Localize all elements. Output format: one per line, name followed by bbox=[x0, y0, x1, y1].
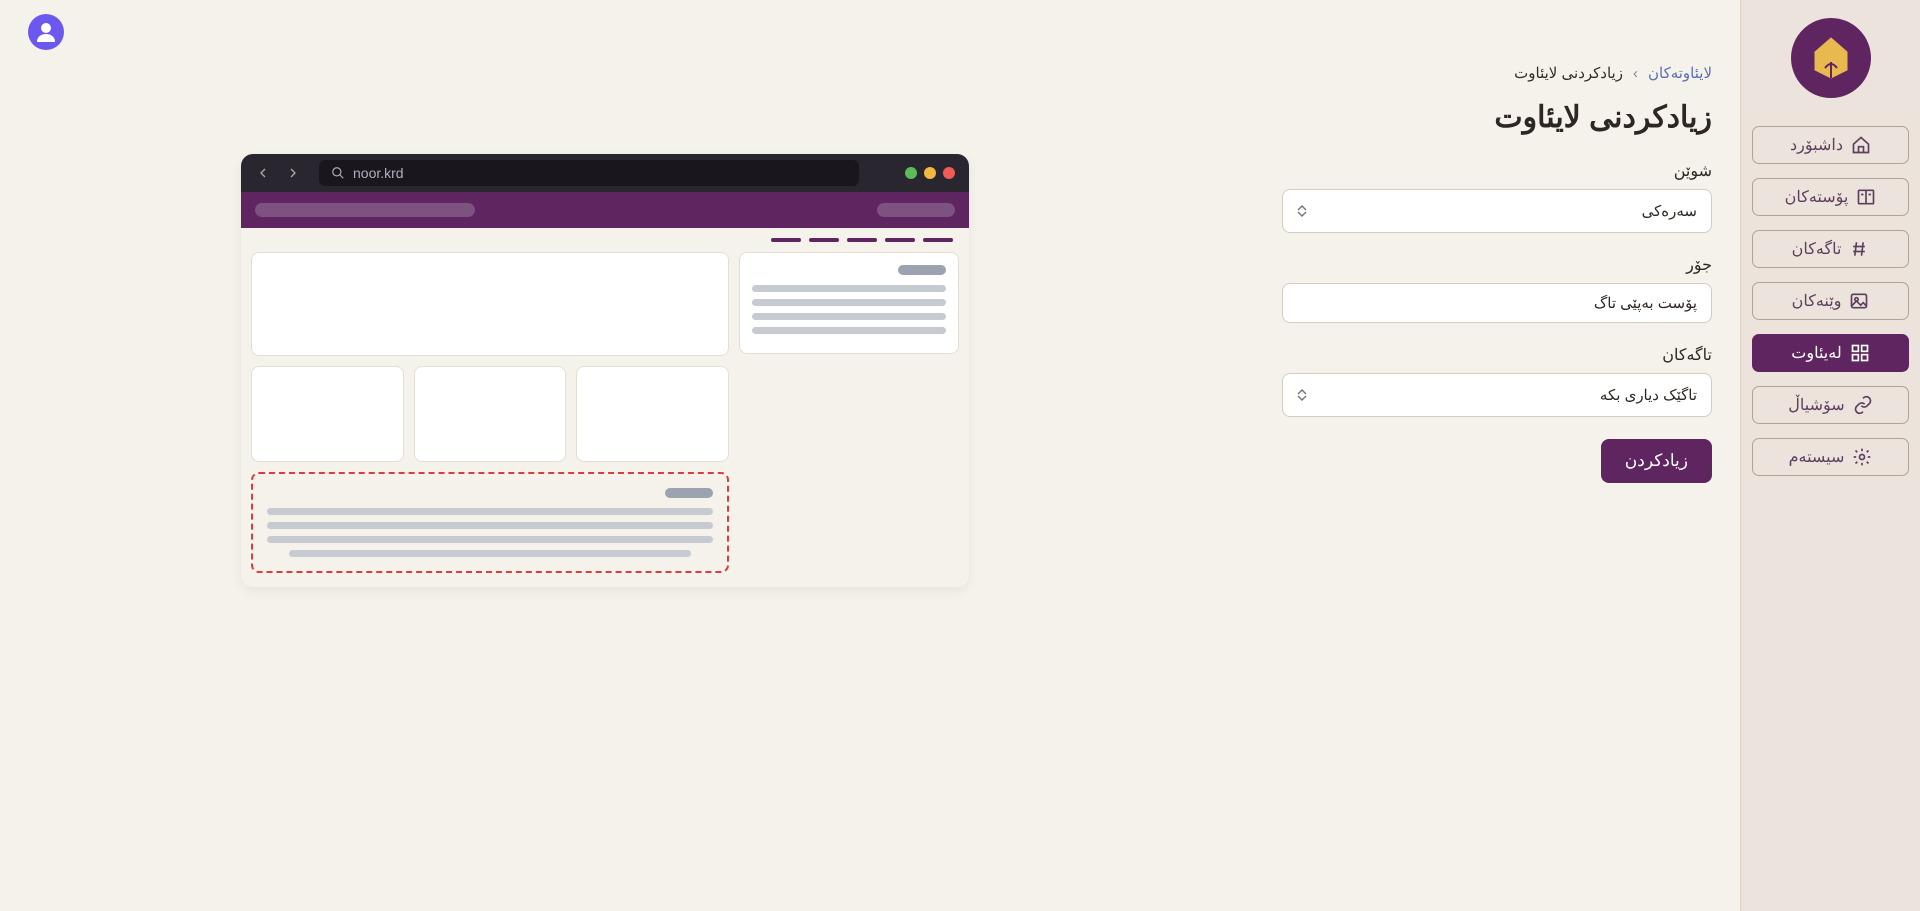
skeleton bbox=[289, 550, 690, 557]
select-value: پۆست بەپێی تاگ bbox=[1594, 294, 1697, 312]
logo bbox=[1791, 18, 1871, 98]
user-icon bbox=[34, 20, 58, 44]
skeleton bbox=[885, 238, 915, 242]
select-value: سەرەکی bbox=[1642, 202, 1697, 220]
nav-label: پۆستەکان bbox=[1785, 187, 1849, 207]
skeleton bbox=[267, 536, 713, 543]
submit-button[interactable]: زیادکردن bbox=[1601, 439, 1712, 483]
type-select[interactable]: پۆست بەپێی تاگ bbox=[1282, 283, 1712, 323]
layout-icon bbox=[1850, 343, 1870, 363]
skeleton bbox=[771, 238, 801, 242]
nav-images[interactable]: وێنەکان bbox=[1752, 282, 1909, 320]
hash-icon bbox=[1849, 239, 1869, 259]
mock-sidebar-col bbox=[739, 252, 959, 573]
mock-main-col bbox=[251, 252, 729, 573]
chevron-left-icon: › bbox=[1633, 65, 1638, 82]
nav-label: وێنەکان bbox=[1792, 291, 1842, 311]
window-controls bbox=[905, 167, 955, 179]
nav-layout[interactable]: لەیئاوت bbox=[1752, 334, 1909, 372]
browser-nav-arrows bbox=[255, 165, 301, 181]
link-icon bbox=[1853, 395, 1873, 415]
nav-posts[interactable]: پۆستەکان bbox=[1752, 178, 1909, 216]
nav-system[interactable]: سیستەم bbox=[1752, 438, 1909, 476]
skeleton bbox=[809, 238, 839, 242]
skeleton bbox=[752, 327, 946, 334]
nav-label: داشبۆرد bbox=[1790, 135, 1843, 155]
place-label: شوێن bbox=[1674, 161, 1712, 181]
mock-tile bbox=[414, 366, 567, 462]
browser-titlebar: noor.krd bbox=[241, 154, 969, 192]
arrow-left-icon bbox=[255, 165, 271, 181]
tags-select[interactable]: تاگێک دیاری بکە bbox=[1282, 373, 1712, 417]
chevrons-icon bbox=[1297, 389, 1307, 401]
mock-site-nav bbox=[241, 228, 969, 252]
skeleton bbox=[923, 238, 953, 242]
minimize-icon bbox=[924, 167, 936, 179]
breadcrumb-current: زیادکردنی لایئاوت bbox=[1514, 64, 1623, 82]
nav-social[interactable]: سۆشیاڵ bbox=[1752, 386, 1909, 424]
book-icon bbox=[1856, 187, 1876, 207]
mock-side-card bbox=[739, 252, 959, 354]
address-text: noor.krd bbox=[353, 165, 404, 181]
image-icon bbox=[1849, 291, 1869, 311]
top-bar bbox=[0, 0, 1740, 64]
maximize-icon bbox=[905, 167, 917, 179]
skeleton bbox=[255, 203, 475, 217]
search-icon bbox=[331, 166, 345, 180]
place-select[interactable]: سەرەکی bbox=[1282, 189, 1712, 233]
address-bar: noor.krd bbox=[319, 160, 859, 186]
close-icon bbox=[943, 167, 955, 179]
skeleton bbox=[752, 285, 946, 292]
nav-label: لەیئاوت bbox=[1791, 343, 1841, 363]
skeleton bbox=[267, 508, 713, 515]
mock-tile bbox=[576, 366, 729, 462]
type-label: جۆر bbox=[1686, 255, 1712, 275]
nav-label: تاگەکان bbox=[1792, 239, 1842, 259]
preview-panel: noor.krd bbox=[28, 64, 1182, 911]
skeleton bbox=[267, 522, 713, 529]
select-value: تاگێک دیاری بکە bbox=[1600, 386, 1697, 404]
chevrons-icon bbox=[1297, 205, 1307, 217]
mock-grid bbox=[251, 366, 729, 462]
mock-highlighted-area bbox=[251, 472, 729, 573]
skeleton bbox=[847, 238, 877, 242]
skeleton bbox=[752, 299, 946, 306]
nav-tags[interactable]: تاگەکان bbox=[1752, 230, 1909, 268]
logo-icon bbox=[1807, 34, 1855, 82]
breadcrumb: لایئاوتەکان › زیادکردنی لایئاوت bbox=[1514, 64, 1712, 82]
home-icon bbox=[1851, 135, 1871, 155]
skeleton bbox=[898, 265, 946, 275]
browser-mock: noor.krd bbox=[241, 154, 969, 587]
tags-label: تاگەکان bbox=[1662, 345, 1712, 365]
nav-label: سیستەم bbox=[1789, 447, 1845, 467]
mock-tile bbox=[251, 366, 404, 462]
mock-body bbox=[241, 252, 969, 587]
mock-hero bbox=[251, 252, 729, 356]
arrow-right-icon bbox=[285, 165, 301, 181]
breadcrumb-parent[interactable]: لایئاوتەکان bbox=[1648, 64, 1712, 82]
page-title: زیادکردنی لایئاوت bbox=[1494, 100, 1712, 135]
nav-label: سۆشیاڵ bbox=[1788, 395, 1844, 415]
nav-dashboard[interactable]: داشبۆرد bbox=[1752, 126, 1909, 164]
skeleton bbox=[877, 203, 955, 217]
mock-site-header bbox=[241, 192, 969, 228]
skeleton bbox=[752, 313, 946, 320]
main-content: لایئاوتەکان › زیادکردنی لایئاوت زیادکردن… bbox=[0, 0, 1740, 911]
avatar[interactable] bbox=[28, 14, 64, 50]
sidebar: داشبۆرد پۆستەکان تاگەکان وێنەکان لەیئاوت… bbox=[1740, 0, 1920, 911]
skeleton bbox=[665, 488, 713, 498]
gear-icon bbox=[1852, 447, 1872, 467]
form-panel: لایئاوتەکان › زیادکردنی لایئاوت زیادکردن… bbox=[1282, 64, 1712, 911]
